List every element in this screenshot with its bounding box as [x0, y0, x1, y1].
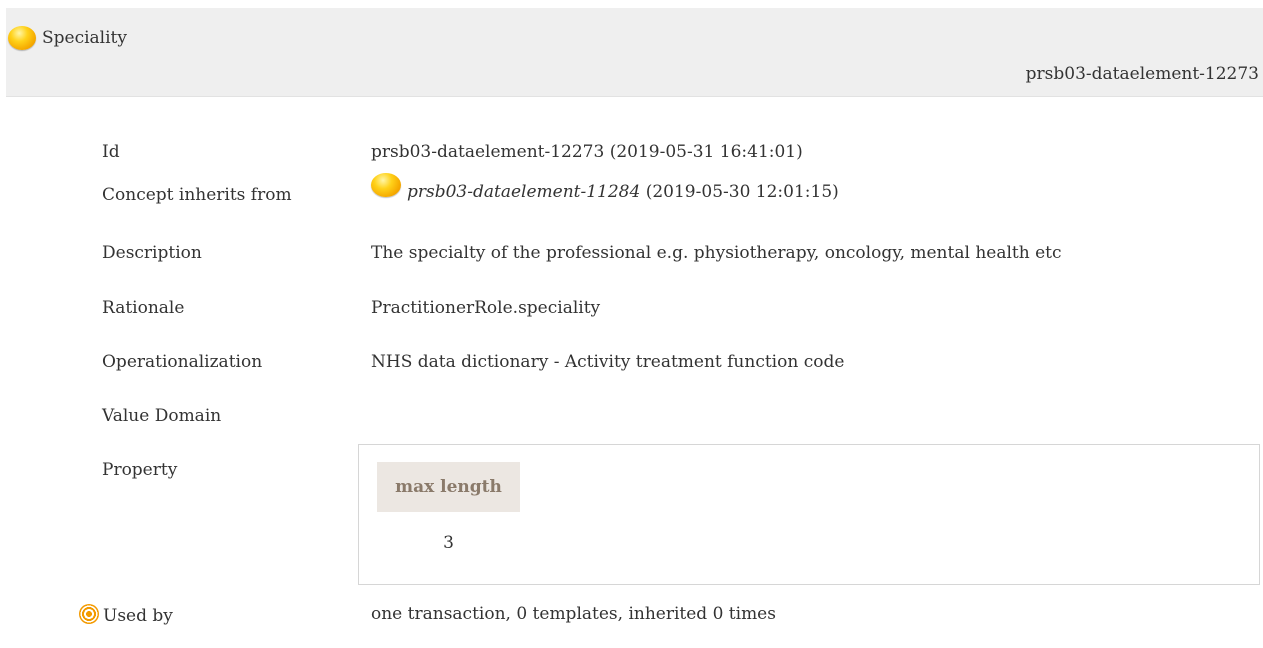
operationalization-label: Operationalization: [102, 352, 263, 372]
property-table: max length 3: [358, 444, 1260, 585]
description-value: The specialty of the professional e.g. p…: [371, 243, 1062, 263]
value-domain-label: Value Domain: [102, 406, 222, 426]
used-by-label: Used by: [103, 606, 173, 626]
rationale-label: Rationale: [102, 298, 185, 318]
id-value: prsb03-dataelement-12273 (2019-05-31 16:…: [371, 142, 803, 162]
inherits-label: Concept inherits from: [102, 185, 292, 205]
used-by-value: one transaction, 0 templates, inherited …: [371, 604, 776, 624]
property-column-header: max length: [377, 462, 520, 512]
property-column-value: 3: [443, 533, 454, 553]
yellow-orb-icon: [8, 26, 36, 50]
id-label: Id: [102, 142, 120, 162]
concept-header: Speciality prsb03-dataelement-12273: [6, 8, 1263, 97]
yellow-orb-icon: [371, 173, 401, 197]
inherits-value: prsb03-dataelement-11284 (2019-05-30 12:…: [371, 173, 839, 202]
concept-title[interactable]: Speciality: [8, 26, 127, 50]
used-by-label-wrap[interactable]: Used by: [79, 604, 173, 626]
concept-id-right: prsb03-dataelement-12273: [1025, 64, 1259, 84]
description-label: Description: [102, 243, 202, 263]
property-label: Property: [102, 460, 178, 480]
rationale-value: PractitionerRole.speciality: [371, 298, 601, 318]
concept-title-text: Speciality: [42, 28, 127, 48]
inherits-timestamp: (2019-05-30 12:01:15): [640, 182, 839, 202]
inherits-link[interactable]: prsb03-dataelement-11284: [407, 182, 640, 202]
operationalization-value: NHS data dictionary - Activity treatment…: [371, 352, 845, 372]
target-icon: [79, 604, 99, 624]
